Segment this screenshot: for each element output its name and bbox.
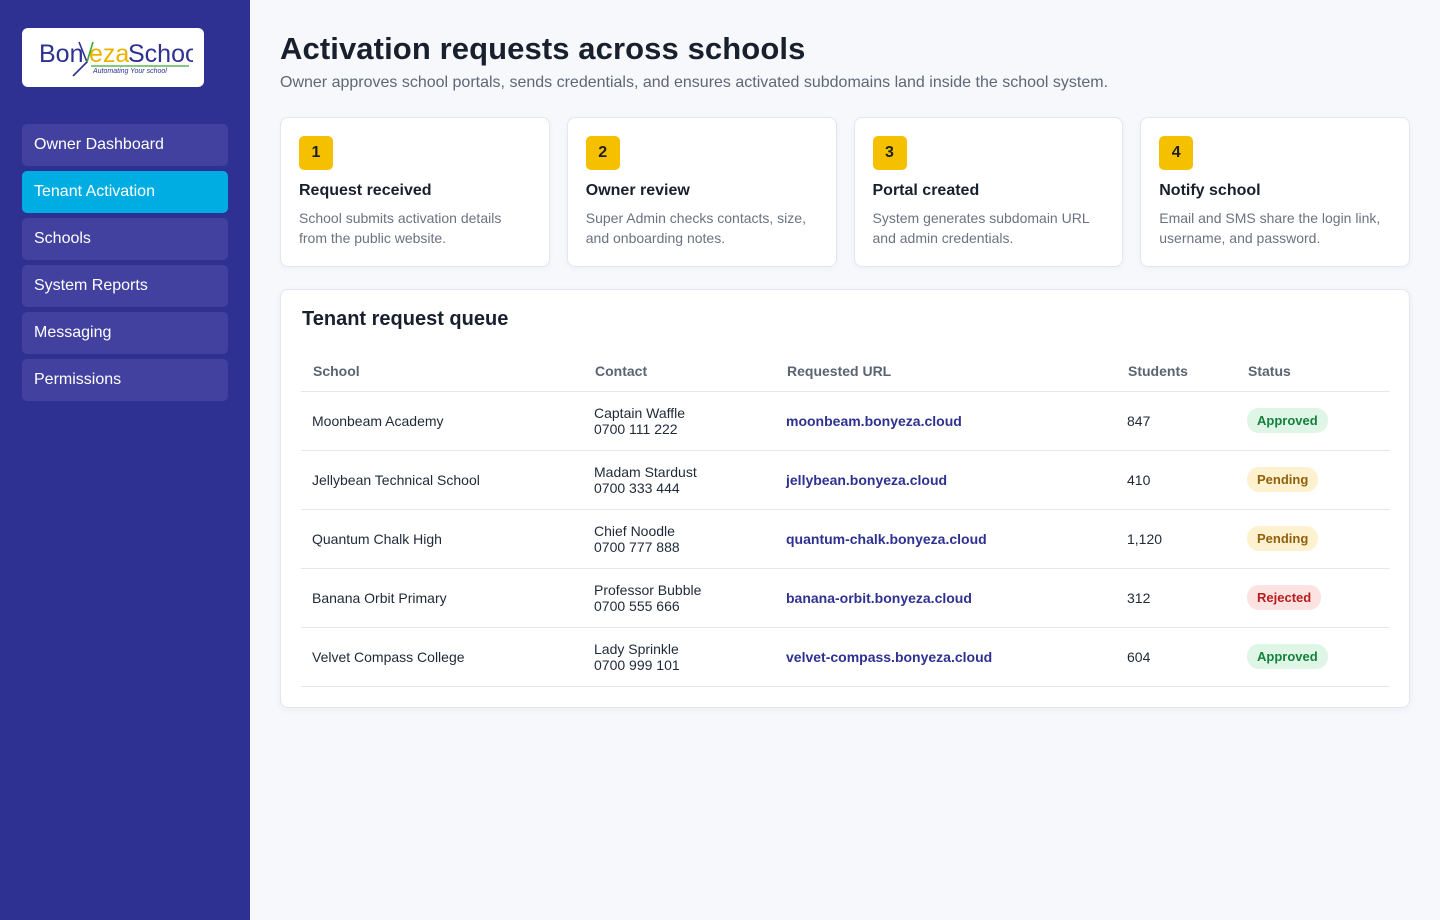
column-header-students[interactable]: Students [1116,351,1236,392]
status-badge: Approved [1247,644,1328,669]
status-cell: Approved [1236,627,1390,687]
svg-text:School: School [128,40,193,68]
status-badge: Pending [1247,526,1319,551]
step-number-badge: 4 [1159,136,1194,170]
column-header-status[interactable]: Status [1236,351,1390,392]
sidebar-item-label: Messaging [34,324,112,341]
step-card: 3 Portal created System generates subdom… [853,117,1124,267]
sidebar-item-owner-dashboard[interactable]: Owner Dashboard [22,124,228,166]
page-title: Activation requests across schools [280,31,806,66]
step-title: Request received [299,182,432,199]
sidebar-item-schools[interactable]: Schools [22,218,228,260]
table-row[interactable]: Velvet Compass College Lady Sprinkle 070… [301,627,1390,687]
table-row[interactable]: Banana Orbit Primary Professor Bubble 07… [301,568,1390,628]
url-cell: jellybean.bonyeza.cloud [775,450,1116,510]
table-row[interactable]: Jellybean Technical School Madam Stardus… [301,450,1390,510]
school-name: Quantum Chalk High [301,509,583,569]
requested-url-link[interactable]: velvet-compass.bonyeza.cloud [786,649,992,665]
step-title: Owner review [585,182,690,199]
student-count: 1,120 [1116,509,1236,569]
status-cell: Approved [1236,391,1390,451]
svg-text:Automating Your school: Automating Your school [92,68,167,75]
step-card: 1 Request received School submits activa… [280,117,550,267]
brand-logo[interactable]: Bon eza School Automating Your school [22,28,204,87]
step-title: Portal created [872,182,980,199]
contact-name: Chief Noodle [594,522,675,539]
main-content: Activation requests across schools Owner… [280,0,1410,708]
school-name: Banana Orbit Primary [301,568,583,628]
sidebar-nav: Owner Dashboard Tenant Activation School… [22,124,228,401]
url-cell: moonbeam.bonyeza.cloud [775,391,1116,451]
step-card: 4 Notify school Email and SMS share the … [1140,117,1410,267]
sidebar-item-label: Tenant Activation [34,183,155,200]
student-count: 604 [1116,627,1236,687]
step-number-badge: 3 [872,136,907,170]
requested-url-link[interactable]: quantum-chalk.bonyeza.cloud [786,531,987,547]
step-description: System generates subdomain URL and admin… [872,210,1090,246]
svg-text:Bon: Bon [39,40,83,68]
contact-cell: Professor Bubble 0700 555 666 [583,568,775,628]
request-table: School Contact Requested URL Students St… [301,351,1390,687]
sidebar-item-label: Schools [34,230,91,247]
activation-steps: 1 Request received School submits activa… [280,117,1410,267]
contact-name: Madam Stardust [594,463,697,480]
contact-phone: 0700 999 101 [594,656,680,673]
sidebar-item-label: Permissions [34,371,122,388]
status-cell: Rejected [1236,568,1390,628]
sidebar-item-label: Owner Dashboard [34,136,164,153]
table-header-row: School Contact Requested URL Students St… [301,351,1390,392]
step-number-badge: 2 [585,136,620,170]
status-badge: Pending [1247,467,1319,492]
sidebar-item-system-reports[interactable]: System Reports [22,265,228,307]
step-number-badge: 1 [299,136,333,170]
contact-cell: Captain Waffle 0700 111 222 [583,391,775,451]
school-name: Velvet Compass College [301,627,583,687]
school-name: Moonbeam Academy [301,391,583,451]
sidebar-item-messaging[interactable]: Messaging [22,312,228,354]
sidebar-item-permissions[interactable]: Permissions [22,359,228,401]
school-name: Jellybean Technical School [301,450,583,510]
step-card: 2 Owner review Super Admin checks contac… [566,117,837,267]
url-cell: banana-orbit.bonyeza.cloud [775,568,1116,628]
column-header-contact[interactable]: Contact [583,351,775,392]
sidebar-item-label: System Reports [34,277,148,294]
url-cell: velvet-compass.bonyeza.cloud [775,627,1116,687]
step-title: Notify school [1159,182,1261,199]
contact-cell: Madam Stardust 0700 333 444 [583,450,775,510]
contact-name: Professor Bubble [594,581,702,598]
svg-text:eza: eza [89,40,129,68]
student-count: 410 [1116,450,1236,510]
url-cell: quantum-chalk.bonyeza.cloud [775,509,1116,569]
step-description: Super Admin checks contacts, size, and o… [585,210,806,246]
contact-phone: 0700 777 888 [594,538,680,555]
sidebar: Bon eza School Automating Your school Ow… [0,0,250,920]
step-description: School submits activation details from t… [299,210,502,246]
logo-graphic: Bon eza School Automating Your school [39,40,193,77]
status-cell: Pending [1236,450,1390,510]
requested-url-link[interactable]: banana-orbit.bonyeza.cloud [786,590,972,606]
status-badge: Rejected [1247,585,1322,610]
student-count: 847 [1116,391,1236,451]
contact-phone: 0700 111 222 [594,420,678,437]
student-count: 312 [1116,568,1236,628]
contact-name: Captain Waffle [594,404,686,421]
contact-cell: Lady Sprinkle 0700 999 101 [583,627,775,687]
table-row[interactable]: Quantum Chalk High Chief Noodle 0700 777… [301,509,1390,569]
step-description: Email and SMS share the login link, user… [1159,210,1381,246]
status-cell: Pending [1236,509,1390,569]
sidebar-item-tenant-activation[interactable]: Tenant Activation [22,171,228,213]
contact-phone: 0700 555 666 [594,597,680,614]
requested-url-link[interactable]: jellybean.bonyeza.cloud [786,472,947,488]
contact-phone: 0700 333 444 [594,479,680,496]
page-subtitle: Owner approves school portals, sends cre… [280,74,1109,91]
requested-url-link[interactable]: moonbeam.bonyeza.cloud [786,413,962,429]
tenant-request-queue: Tenant request queue School Contact Requ… [280,289,1410,708]
table-row[interactable]: Moonbeam Academy Captain Waffle 0700 111… [301,391,1390,451]
contact-cell: Chief Noodle 0700 777 888 [583,509,775,569]
column-header-requested-url[interactable]: Requested URL [775,351,1116,392]
queue-title: Tenant request queue [302,308,509,330]
contact-name: Lady Sprinkle [594,640,679,657]
column-header-school[interactable]: School [301,351,583,392]
status-badge: Approved [1247,408,1328,433]
